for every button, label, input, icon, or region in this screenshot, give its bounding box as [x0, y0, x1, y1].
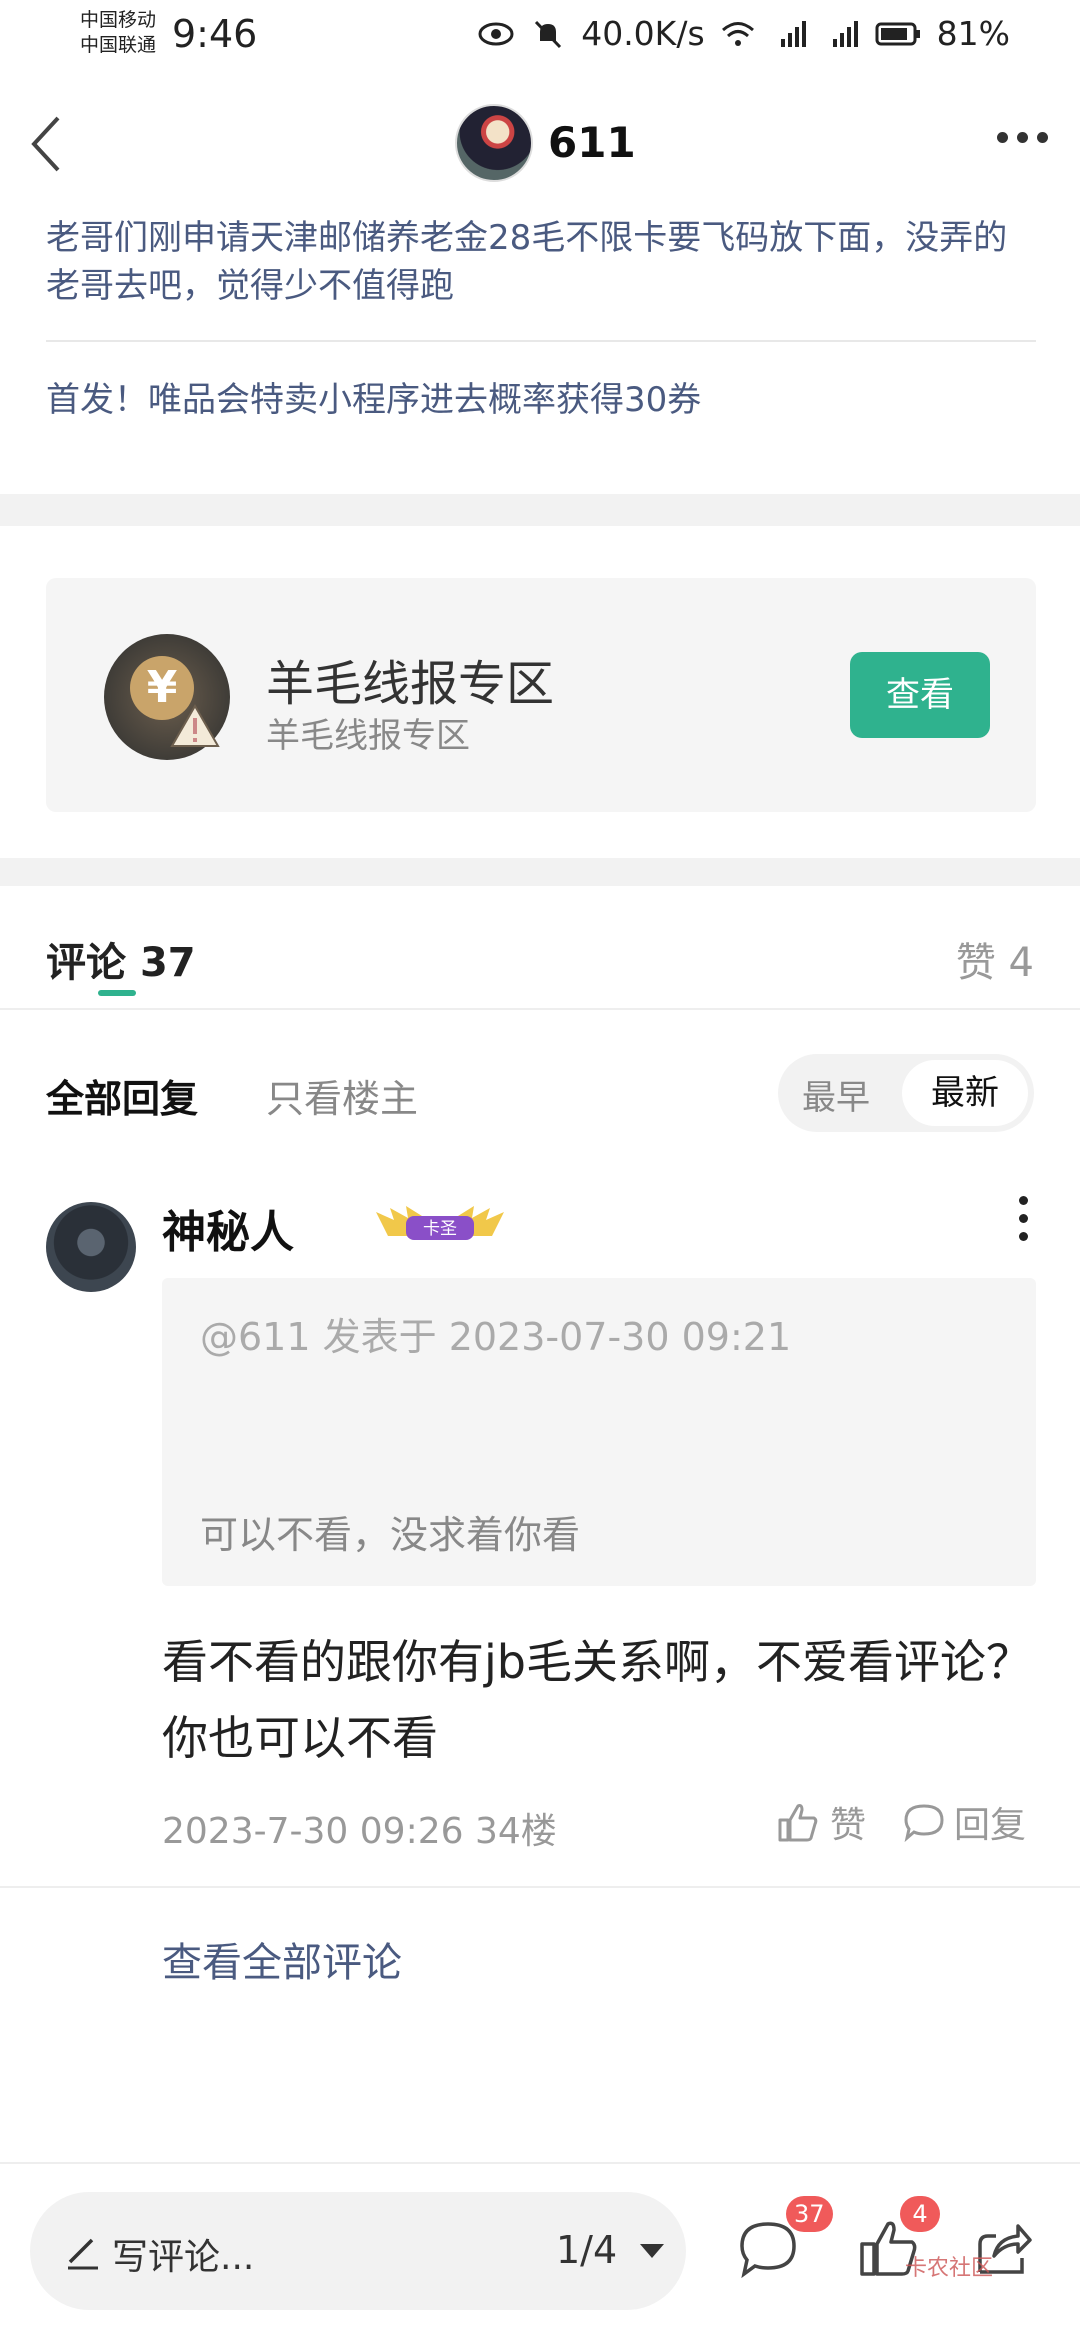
comment-meta: 2023-7-30 09:26 34楼: [162, 1802, 557, 1854]
status-icons: 40.0K/s 81%: [477, 14, 1010, 53]
author-avatar[interactable]: [455, 104, 533, 182]
sort-oldest[interactable]: 最早: [802, 1070, 870, 1119]
eye-icon: [478, 22, 514, 45]
battery-icon: [875, 22, 920, 45]
comment-menu-icon[interactable]: [1019, 1196, 1028, 1241]
comment-body: 看不看的跟你有jb毛关系啊，不爱看评论？你也可以不看: [162, 1635, 1032, 1765]
view-zone-button[interactable]: 查看: [850, 652, 990, 738]
sort-newest[interactable]: 最新: [902, 1060, 1028, 1126]
zone-icon: ¥: [104, 634, 230, 760]
signal-4g-icon-2: [832, 20, 858, 47]
tab-likes[interactable]: 赞 4: [956, 930, 1034, 988]
filter-op-only[interactable]: 只看楼主: [266, 1068, 418, 1123]
quote-text: 可以不看，没求着你看: [200, 1513, 581, 1557]
related-post-link-2[interactable]: 首发！唯品会特卖小程序进去概率获得30券: [46, 372, 701, 421]
zone-subtitle: 羊毛线报专区: [266, 716, 470, 756]
tab-comments-label: 评论: [46, 940, 126, 986]
status-bar: 中国移动 中国联通 9:46 40.0K/s 81%: [0, 0, 1080, 72]
filter-all-replies[interactable]: 全部回复: [46, 1068, 198, 1123]
comment-like-button[interactable]: 赞: [776, 1796, 866, 1848]
carrier-info: 中国移动 中国联通: [80, 8, 156, 58]
author-name[interactable]: 611: [548, 118, 636, 167]
divider: [0, 1886, 1080, 1888]
divider: [0, 1008, 1080, 1010]
section-gap: [0, 494, 1080, 526]
more-options-icon[interactable]: [997, 132, 1048, 143]
clock: 9:46: [172, 12, 258, 56]
commenter-name[interactable]: 神秘人: [162, 1196, 294, 1260]
commenter-avatar[interactable]: [46, 1202, 136, 1292]
pencil-icon: [68, 2238, 98, 2270]
divider: [0, 2162, 1080, 2164]
mute-bell-icon: [535, 20, 562, 48]
sort-toggle: 最早 最新: [778, 1054, 1034, 1132]
battery-level: 81%: [936, 14, 1010, 53]
zone-card[interactable]: ¥ 羊毛线报专区 羊毛线报专区 查看: [46, 578, 1036, 812]
write-comment-input[interactable]: 写评论... 1/4: [30, 2192, 686, 2310]
user-rank-badge: 卡圣: [376, 1206, 504, 1240]
back-arrow-icon[interactable]: [26, 112, 66, 176]
caret-down-icon[interactable]: [640, 2244, 664, 2258]
section-gap: [0, 858, 1080, 886]
post-header: 611: [0, 96, 1080, 192]
badge-text: 卡圣: [423, 1219, 457, 1239]
comment-floor: 34楼: [474, 1811, 557, 1852]
tab-comments[interactable]: 评论 37: [46, 930, 196, 988]
zone-title: 羊毛线报专区: [266, 656, 555, 712]
divider: [46, 340, 1036, 342]
quoted-reply: @611 发表于 2023-07-30 09:21 可以不看，没求着你看: [162, 1278, 1036, 1586]
site-watermark: 卡农社区: [905, 2256, 994, 2281]
like-count-badge: 4: [900, 2196, 940, 2232]
comment-like-label: 赞: [830, 1805, 867, 1846]
tab-comments-count: 37: [139, 940, 196, 986]
active-tab-indicator: [98, 990, 136, 996]
carrier-2: 中国联通: [80, 34, 157, 56]
net-speed: 40.0K/s: [581, 14, 705, 53]
comment-bubble-icon: [904, 1804, 944, 1843]
comments-count-badge: 37: [786, 2196, 833, 2232]
write-comment-label: 写评论...: [112, 2237, 255, 2278]
comment-reply-label: 回复: [954, 1805, 1027, 1846]
comment-reply-button[interactable]: 回复: [902, 1796, 1026, 1848]
quote-meta: @611 发表于 2023-07-30 09:21: [200, 1315, 792, 1359]
signal-4g-icon: [780, 20, 806, 47]
page-indicator[interactable]: 1/4: [556, 2228, 617, 2272]
carrier-1: 中国移动: [80, 9, 157, 31]
related-post-link-1[interactable]: 老哥们刚申请天津邮储养老金28毛不限卡要飞码放下面，没弄的老哥去吧，觉得少不值得…: [46, 214, 1036, 310]
warning-icon: [170, 704, 220, 747]
comment-date: 2023-7-30 09:26: [162, 1811, 464, 1852]
thumb-up-icon: [778, 1804, 818, 1842]
see-all-comments-link[interactable]: 查看全部评论: [162, 1930, 402, 1988]
wifi-icon: [721, 21, 754, 46]
